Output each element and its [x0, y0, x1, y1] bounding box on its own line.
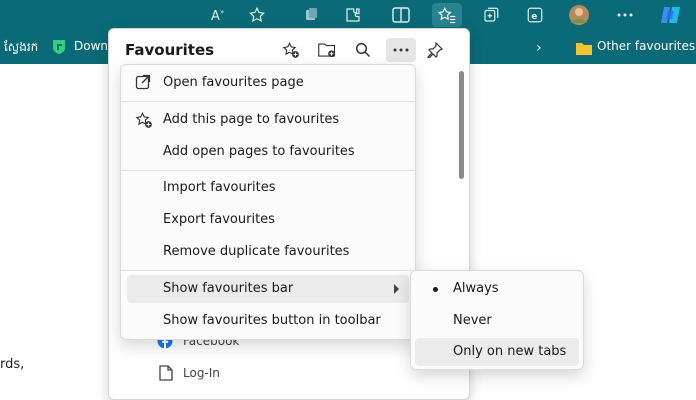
menu-item-label: Open favourites page — [163, 75, 304, 90]
svg-text:e: e — [531, 12, 537, 22]
read-aloud-icon[interactable]: A» — [206, 3, 232, 27]
submenu-item-always[interactable]: Always — [415, 275, 579, 303]
browser-toolbar: A» e — [0, 0, 696, 30]
split-screen-icon[interactable] — [388, 3, 414, 27]
menu-item-remove-duplicates[interactable]: Remove duplicate favourites — [127, 238, 409, 266]
submenu-item-label: Only on new tabs — [453, 344, 567, 359]
menu-item-label: Add open pages to favourites — [163, 144, 355, 159]
selected-bullet-icon — [433, 287, 438, 292]
menu-divider — [121, 170, 415, 171]
menu-item-label: Add this page to favourites — [163, 112, 340, 127]
submenu-arrow-icon — [394, 284, 399, 294]
show-favourites-bar-submenu: Always Never Only on new tabs — [410, 270, 584, 370]
shield-icon — [52, 39, 68, 55]
add-folder-icon[interactable] — [315, 38, 339, 62]
menu-item-label: Remove duplicate favourites — [163, 244, 350, 259]
menu-item-show-favourites-button[interactable]: Show favourites button in toolbar — [127, 307, 409, 335]
extensions-icon[interactable] — [340, 3, 366, 27]
page-text-fragment: rds, — [0, 357, 25, 372]
favourite-item-login[interactable]: Log-In — [183, 366, 220, 380]
profile-avatar-icon[interactable] — [566, 3, 592, 27]
submenu-item-label: Always — [453, 281, 499, 296]
favourites-icon[interactable] — [432, 3, 462, 27]
submenu-item-only-new-tabs[interactable]: Only on new tabs — [415, 338, 579, 366]
edge-icon[interactable]: e — [522, 3, 548, 27]
chevron-right-icon[interactable]: › — [536, 40, 542, 56]
favourite-star-icon[interactable] — [244, 3, 270, 27]
star-add-icon — [135, 111, 153, 129]
submenu-item-label: Never — [453, 313, 492, 328]
menu-item-export-favourites[interactable]: Export favourites — [127, 206, 409, 234]
copilot-icon[interactable] — [658, 3, 684, 27]
favourites-more-menu: Open favourites page Add this page to fa… — [120, 64, 416, 340]
svg-text:»: » — [220, 8, 224, 16]
svg-text:A: A — [211, 9, 220, 23]
open-external-icon — [135, 74, 153, 92]
collections-add-icon[interactable] — [478, 3, 504, 27]
menu-item-add-this-page[interactable]: Add this page to favourites — [127, 106, 409, 134]
favourites-bar-item[interactable]: Down — [74, 39, 108, 53]
collections-icon[interactable] — [298, 3, 324, 27]
menu-item-show-favourites-bar[interactable]: Show favourites bar — [127, 275, 409, 303]
search-icon[interactable] — [351, 38, 375, 62]
other-favourites-folder[interactable]: Other favourites — [597, 39, 695, 53]
menu-item-open-favourites-page[interactable]: Open favourites page — [127, 69, 409, 97]
menu-item-label: Import favourites — [163, 180, 276, 195]
menu-item-import-favourites[interactable]: Import favourites — [127, 174, 409, 202]
more-options-icon[interactable] — [386, 38, 416, 62]
menu-item-label: Export favourites — [163, 212, 275, 227]
menu-divider — [121, 101, 415, 102]
menu-item-label: Show favourites button in toolbar — [163, 313, 381, 328]
pin-icon[interactable] — [423, 38, 447, 62]
favourites-bar-item[interactable]: ស្វែងរក — [4, 39, 38, 57]
menu-item-label: Show favourites bar — [163, 281, 294, 296]
menu-item-add-open-pages[interactable]: Add open pages to favourites — [127, 138, 409, 166]
more-icon[interactable] — [612, 3, 638, 27]
submenu-item-never[interactable]: Never — [415, 307, 579, 335]
folder-icon — [576, 40, 592, 59]
menu-divider — [121, 270, 415, 271]
document-icon — [159, 365, 173, 385]
add-favourite-icon[interactable] — [279, 38, 303, 62]
panel-title: Favourites — [125, 41, 215, 59]
panel-scrollbar[interactable] — [459, 71, 464, 179]
